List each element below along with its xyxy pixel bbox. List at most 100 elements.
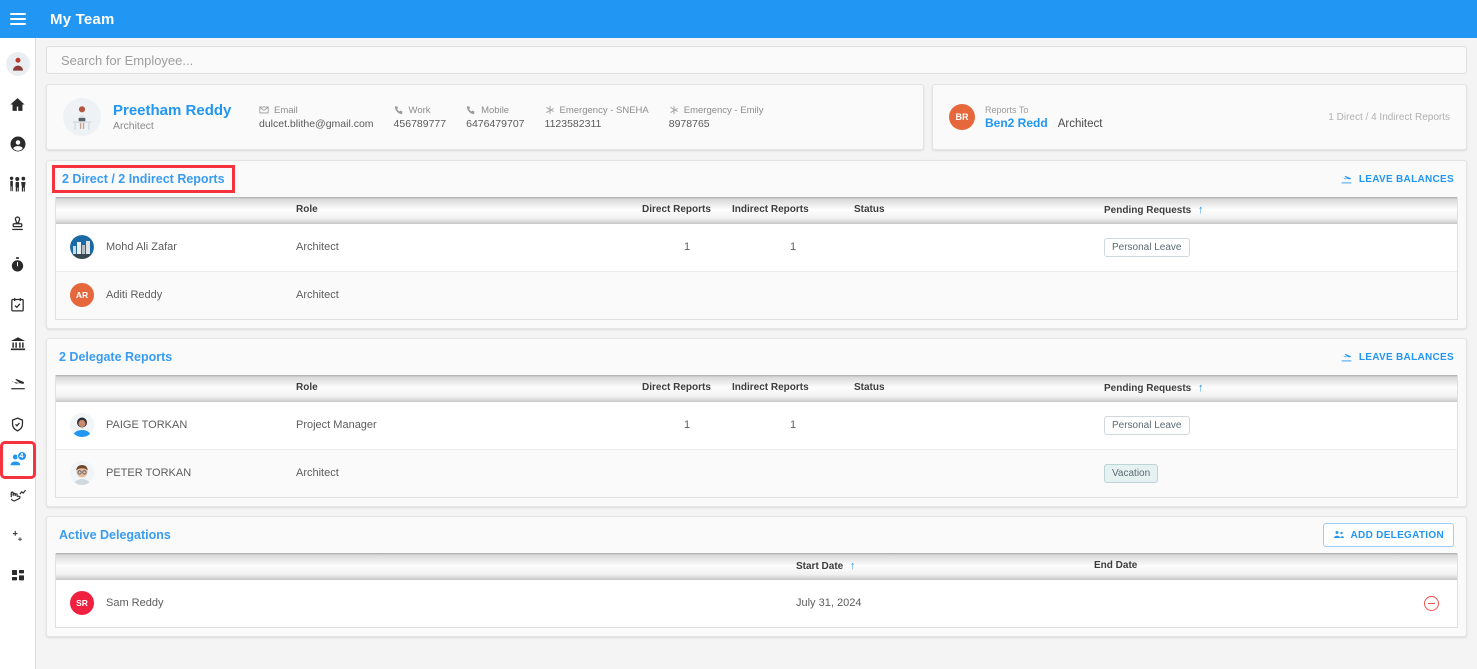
contact-field-work: Work 456789777: [394, 105, 447, 130]
contact-field-emergency-1: Emergency - SNEHA 1123582311: [545, 105, 649, 130]
sidebar-item-benefits[interactable]: [0, 404, 36, 444]
status-badge[interactable]: Personal Leave: [1104, 416, 1190, 435]
left-nav-rail: 4: [0, 38, 36, 669]
status-cell: [854, 223, 1104, 271]
sidebar-item-dashboard[interactable]: [0, 556, 36, 596]
emergency-icon: [545, 105, 555, 115]
table-row[interactable]: PETER TORKAN Architect Vacation: [56, 449, 1457, 497]
contact-field-email: Email dulcet.blithe@gmail.com: [259, 105, 374, 130]
employee-search-bar[interactable]: [46, 46, 1467, 74]
delegate-reports-title[interactable]: 2 Delegate Reports: [59, 350, 172, 364]
sidebar-item-time-tracking[interactable]: [0, 244, 36, 284]
col-end-date[interactable]: End Date: [1094, 553, 1424, 579]
sidebar-item-onboarding[interactable]: [0, 204, 36, 244]
sidebar-item-profile[interactable]: [0, 124, 36, 164]
leave-balances-label: LEAVE BALANCES: [1359, 174, 1454, 185]
manager-name[interactable]: Ben2 Redd: [985, 116, 1048, 130]
hamburger-icon[interactable]: [0, 0, 36, 38]
contact-label: Mobile: [481, 105, 509, 116]
add-delegation-button[interactable]: ADD DELEGATION: [1323, 523, 1454, 547]
add-people-icon: [1333, 529, 1345, 541]
avatar: [70, 235, 94, 259]
remove-circle-icon[interactable]: [1424, 596, 1439, 611]
employee-name[interactable]: Mohd Ali Zafar: [106, 241, 177, 253]
contact-label: Work: [409, 105, 431, 116]
leave-balances-link-direct[interactable]: LEAVE BALANCES: [1340, 173, 1454, 186]
active-delegations-table: Start Date ↑ End Date SR: [56, 553, 1457, 627]
direct-reports-count: [642, 449, 732, 497]
contact-field-emergency-2: Emergency - Emily 8978765: [669, 105, 764, 130]
top-app-bar: My Team: [0, 0, 1477, 38]
col-indirect-reports[interactable]: Indirect Reports: [732, 197, 854, 223]
contact-label: Emergency - Emily: [684, 105, 764, 116]
phone-icon: [394, 105, 404, 115]
table-row[interactable]: Mohd Ali Zafar Architect 1 1 Personal Le…: [56, 223, 1457, 271]
reports-to-label: Reports To: [985, 105, 1102, 115]
col-delegate[interactable]: [56, 553, 796, 579]
airplane-landing-icon: [1340, 351, 1353, 364]
sidebar-item-timesheet[interactable]: [0, 284, 36, 324]
sidebar-item-home[interactable]: [0, 84, 36, 124]
col-pending-requests[interactable]: Pending Requests ↑: [1104, 375, 1457, 401]
employee-name[interactable]: Preetham Reddy: [113, 102, 245, 119]
sidebar-item-payroll[interactable]: [0, 324, 36, 364]
col-status[interactable]: Status: [854, 197, 1104, 223]
direct-reports-title[interactable]: 2 Direct / 2 Indirect Reports: [55, 168, 232, 190]
employee-name[interactable]: PETER TORKAN: [106, 467, 191, 479]
status-badge[interactable]: Personal Leave: [1104, 238, 1190, 257]
grid-apps-icon: [10, 568, 26, 584]
sidebar-item-leave[interactable]: [0, 364, 36, 404]
contact-value: dulcet.blithe@gmail.com: [259, 118, 374, 130]
col-employee[interactable]: [56, 197, 296, 223]
table-header-row: Start Date ↑ End Date: [56, 553, 1457, 579]
delegate-reports-table: Role Direct Reports Indirect Reports Sta…: [56, 375, 1457, 497]
col-direct-reports[interactable]: Direct Reports: [642, 375, 732, 401]
manager-avatar: BR: [949, 104, 975, 130]
leave-balances-link-delegate[interactable]: LEAVE BALANCES: [1340, 351, 1454, 364]
table-row[interactable]: AR Aditi Reddy Architect: [56, 271, 1457, 319]
table-row[interactable]: PAIGE TORKAN Project Manager 1 1 Persona…: [56, 401, 1457, 449]
role-cell: Architect: [296, 223, 642, 271]
col-pending-requests[interactable]: Pending Requests ↑: [1104, 197, 1457, 223]
col-employee[interactable]: [56, 375, 296, 401]
col-start-date-label: Start Date: [796, 561, 843, 572]
role-cell: Project Manager: [296, 401, 642, 449]
hand-chart-icon: [9, 487, 27, 505]
sidebar-item-my-team[interactable]: 4: [3, 444, 33, 476]
reports-to-card: BR Reports To Ben2 Redd Architect 1 Dire…: [932, 84, 1467, 150]
employee-name[interactable]: Aditi Reddy: [106, 289, 162, 301]
sidebar-item-people[interactable]: [0, 164, 36, 204]
table-row[interactable]: SR Sam Reddy July 31, 2024: [56, 579, 1457, 627]
employee-name[interactable]: PAIGE TORKAN: [106, 419, 187, 431]
pending-requests-cell: Personal Leave: [1104, 401, 1457, 449]
col-direct-reports[interactable]: Direct Reports: [642, 197, 732, 223]
indirect-reports-count: [732, 271, 854, 319]
sidebar-item-performance[interactable]: [0, 476, 36, 516]
direct-reports-table: Role Direct Reports Indirect Reports Sta…: [56, 197, 1457, 319]
col-start-date[interactable]: Start Date ↑: [796, 553, 1094, 579]
col-status[interactable]: Status: [854, 375, 1104, 401]
avatar: SR: [70, 591, 94, 615]
search-input[interactable]: [59, 52, 1454, 69]
delegate-name[interactable]: Sam Reddy: [106, 597, 163, 609]
sidebar-item-recruitment[interactable]: [0, 516, 36, 556]
active-delegations-title[interactable]: Active Delegations: [59, 528, 171, 542]
role-cell: Architect: [296, 449, 642, 497]
airplane-landing-icon: [1340, 173, 1353, 186]
direct-reports-count: 1: [642, 223, 732, 271]
main-content: Preetham Reddy Architect Email dulcet.bl…: [36, 38, 1477, 669]
col-role[interactable]: Role: [296, 375, 642, 401]
contact-value: 1123582311: [545, 118, 649, 130]
col-role[interactable]: Role: [296, 197, 642, 223]
sidebar-item-user-avatar[interactable]: [0, 44, 36, 84]
person-plus-icon: [9, 528, 26, 545]
delegate-reports-header: 2 Delegate Reports LEAVE BALANCES: [47, 339, 1466, 375]
col-indirect-reports[interactable]: Indirect Reports: [732, 375, 854, 401]
start-date-cell: July 31, 2024: [796, 579, 1094, 627]
profile-summary-row: Preetham Reddy Architect Email dulcet.bl…: [46, 84, 1467, 150]
status-badge[interactable]: Vacation: [1104, 464, 1158, 483]
status-cell: [854, 271, 1104, 319]
col-pending-label: Pending Requests: [1104, 205, 1191, 216]
sort-ascending-icon: ↑: [850, 560, 856, 572]
manager-role: Architect: [1058, 118, 1103, 130]
